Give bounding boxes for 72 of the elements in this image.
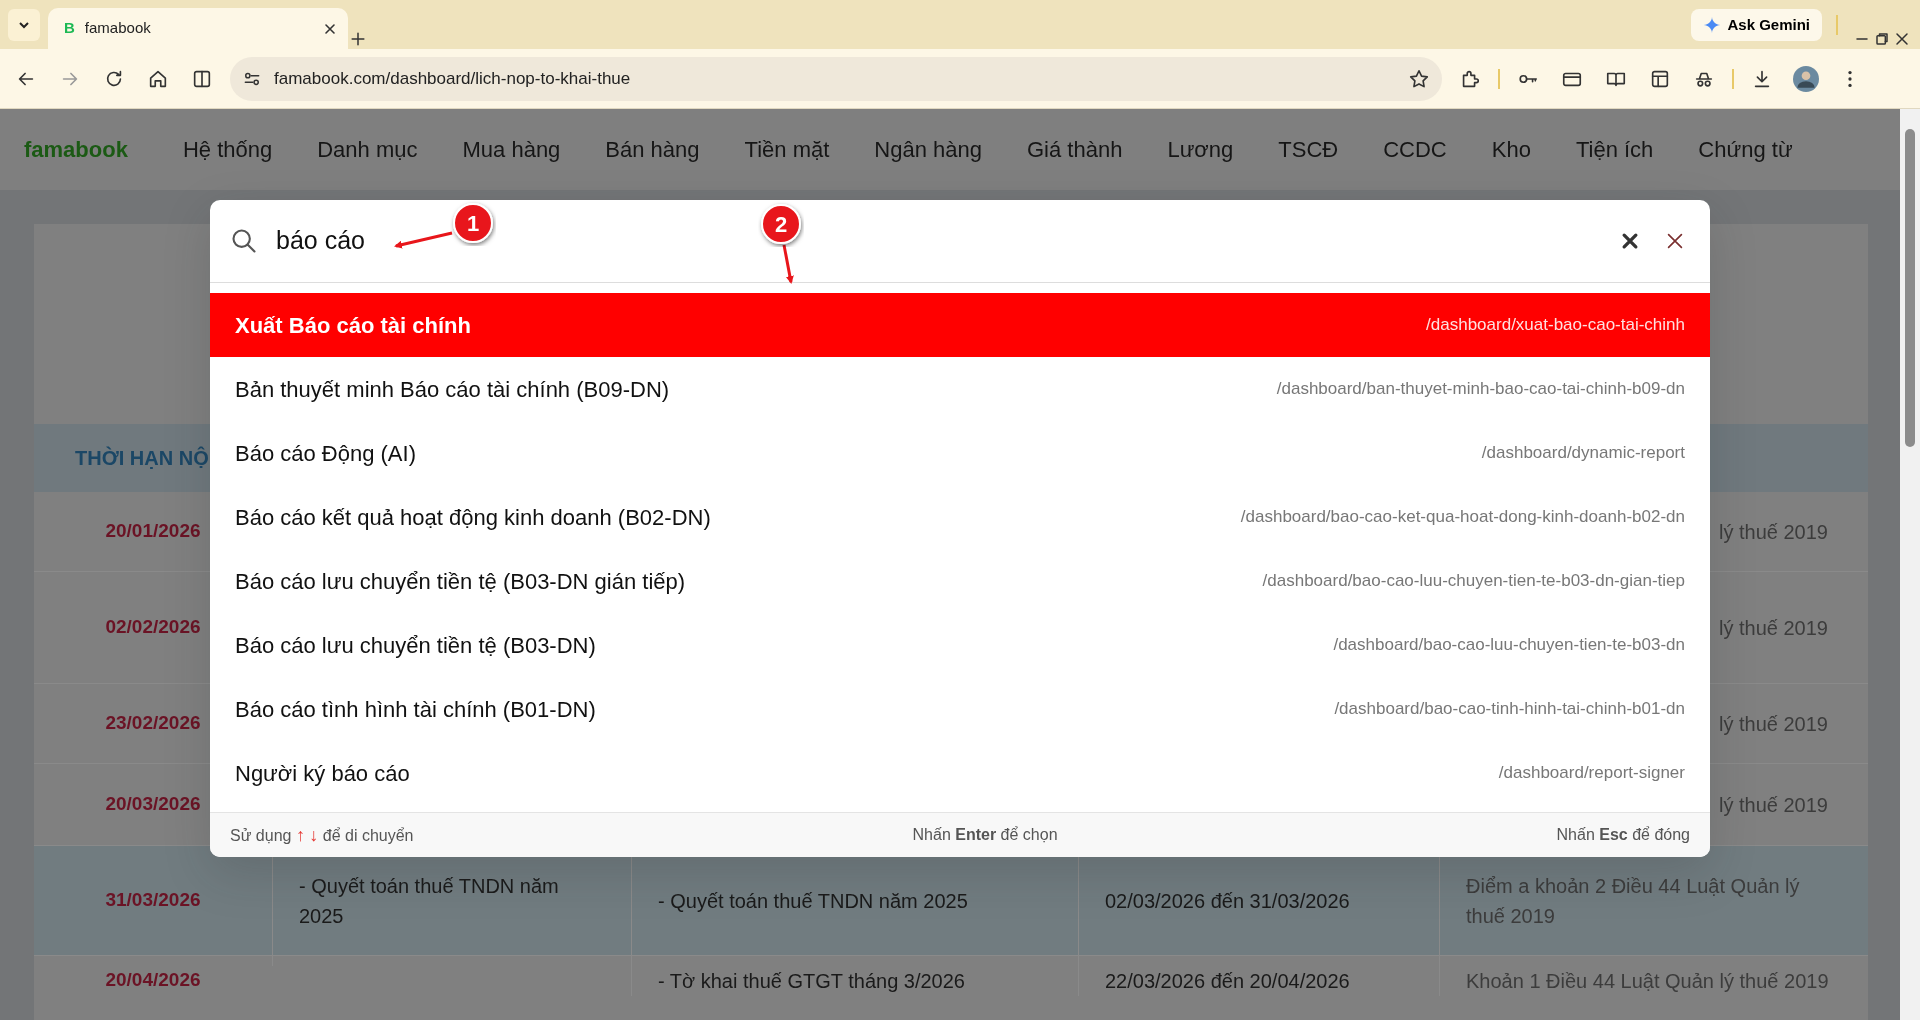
nav-link[interactable]: Bán hàng <box>605 133 700 166</box>
nav-link[interactable]: CCDC <box>1383 133 1447 166</box>
nav-link[interactable]: Tiện ích <box>1575 133 1654 166</box>
scroll-thumb[interactable] <box>1905 129 1915 447</box>
nav-link[interactable]: Hệ thống <box>182 133 273 166</box>
table-cell-text: - Quyết toán thuế TNDN năm 2025 <box>658 888 968 914</box>
tab-search-button[interactable] <box>8 9 40 41</box>
select-hint: Nhấn Enter để chọn <box>912 825 1058 845</box>
search-result[interactable]: Báo cáo lưu chuyển tiền tệ (B03-DN gián tiếp) /dashboard/bao-cao-luu-chuyen-tien-te-b03-dn-gian-tiep <box>210 549 1710 613</box>
date-cell-text: 20/04/2026 <box>105 968 201 992</box>
nav-link[interactable]: Mua hàng <box>462 133 561 166</box>
result-title: Báo cáo kết quả hoạt động kinh doanh (B02-DN) <box>235 503 711 532</box>
column-heading: THỜI HẠN NỘ <box>75 445 209 471</box>
result-path: /dashboard/report-signer <box>1498 762 1685 785</box>
search-icon <box>230 227 258 255</box>
clear-icon <box>1620 231 1640 251</box>
result-title: Báo cáo lưu chuyển tiền tệ (B03-DN) <box>235 631 596 660</box>
table-cell-text: 22/03/2026 đến 20/04/2026 <box>1105 969 1350 994</box>
result-title: Bản thuyết minh Báo cáo tài chính (B09-DN) <box>235 375 670 404</box>
result-title: Xuất Báo cáo tài chính <box>235 311 471 340</box>
ask-gemini-button[interactable]: Ask Gemini <box>1691 9 1822 41</box>
search-result[interactable]: Xuất Báo cáo tài chính /dashboard/xuat-bao-cao-tai-chinh <box>210 293 1710 357</box>
search-result[interactable]: Báo cáo kết quả hoạt động kinh doanh (B02-DN) /dashboard/bao-cao-ket-qua-hoat-dong-kinh-doanh-b02-dn <box>210 485 1710 549</box>
close-hint: Nhấn Esc để đóng <box>1556 825 1690 845</box>
result-title: Báo cáo tình hình tài chính (B01-DN) <box>235 695 596 724</box>
table-cell-text: lý thuế 2019 <box>1719 711 1828 737</box>
step-marker: 1 <box>453 203 493 243</box>
nav-link[interactable]: Tiền mặt <box>744 133 830 166</box>
result-path: /dashboard/dynamic-report <box>1481 442 1685 465</box>
nav-link[interactable]: Lương <box>1167 133 1234 166</box>
star-icon[interactable] <box>1408 67 1430 90</box>
table-cell-text: lý thuế 2019 <box>1719 792 1828 818</box>
table-cell-text: lý thuế 2019 <box>1719 615 1828 641</box>
date-cell-text: 20/01/2026 <box>105 519 201 544</box>
search-result[interactable]: Báo cáo tình hình tài chính (B01-DN) /dashboard/bao-cao-tinh-hinh-tai-chinh-b01-dn <box>210 677 1710 741</box>
step-marker: 2 <box>761 204 801 244</box>
result-path: /dashboard/ban-thuyet-minh-bao-cao-tai-chinh-b09-dn <box>1276 378 1685 401</box>
table-cell-text: - Tờ khai thuế GTGT tháng 3/2026 <box>658 969 965 994</box>
annotation-arrow <box>782 244 794 284</box>
table-cell-text: lý thuế 2019 <box>1719 519 1828 545</box>
nav-link[interactable]: Ngân hàng <box>874 133 982 166</box>
result-path: /dashboard/bao-cao-ket-qua-hoat-dong-kinh-doanh-b02-dn <box>1240 506 1685 529</box>
nav-link[interactable]: Danh mục <box>317 133 418 166</box>
result-title: Người ký báo cáo <box>235 759 410 788</box>
result-path: /dashboard/bao-cao-luu-chuyen-tien-te-b03-dn-gian-tiep <box>1262 570 1685 593</box>
favicon: B <box>64 18 75 39</box>
browser-tab[interactable]: B famabook <box>48 8 348 49</box>
scrollbar[interactable] <box>1900 109 1920 1020</box>
nav-link[interactable]: Giá thành <box>1027 133 1123 166</box>
table-cell-text: Khoản 1 Điều 44 Luật Quản lý thuế 2019 <box>1466 969 1829 994</box>
table-cell-text: Điểm a khoản 2 Điều 44 Luật Quản lý thuế 2019 <box>1466 873 1801 929</box>
table-cell-text: 02/03/2026 đến 31/03/2026 <box>1105 888 1350 914</box>
search-result[interactable]: Người ký báo cáo /dashboard/report-signer <box>210 741 1710 805</box>
table-cell-text: - Quyết toán thuế TNDN năm 2025 <box>299 873 560 929</box>
result-path: /dashboard/bao-cao-luu-chuyen-tien-te-b03-dn <box>1333 634 1685 657</box>
nav-link[interactable]: Kho <box>1491 133 1531 166</box>
result-title: Báo cáo Động (AI) <box>235 439 416 468</box>
search-result[interactable]: Bản thuyết minh Báo cáo tài chính (B09-DN) /dashboard/ban-thuyet-minh-bao-cao-tai-chinh-b09-dn <box>210 357 1710 421</box>
date-cell-text: 02/02/2026 <box>105 615 201 640</box>
date-cell-text: 20/03/2026 <box>105 792 201 817</box>
result-title: Báo cáo lưu chuyển tiền tệ (B03-DN gián tiếp) <box>235 567 686 596</box>
search-result[interactable]: Báo cáo Động (AI) /dashboard/dynamic-report <box>210 421 1710 485</box>
search-result[interactable]: Báo cáo lưu chuyển tiền tệ (B03-DN) /dashboard/bao-cao-luu-chuyen-tien-te-b03-dn <box>210 613 1710 677</box>
result-path: /dashboard/xuat-bao-cao-tai-chinh <box>1426 314 1685 337</box>
nav-link[interactable]: TSCĐ <box>1278 133 1339 166</box>
nav-link[interactable]: Chứng từ <box>1698 133 1793 166</box>
annotation-arrow <box>394 231 453 249</box>
navigation-hint: Sử dụng ↑ ↓ để di chuyển <box>230 823 414 847</box>
date-cell-text: 31/03/2026 <box>105 888 201 913</box>
date-cell-text: 23/02/2026 <box>105 711 201 736</box>
address-bar[interactable]: famabook.com/dashboard/lich-nop-to-khai-thue <box>230 56 1442 101</box>
result-path: /dashboard/bao-cao-tinh-hinh-tai-chinh-b01-dn <box>1334 698 1685 721</box>
